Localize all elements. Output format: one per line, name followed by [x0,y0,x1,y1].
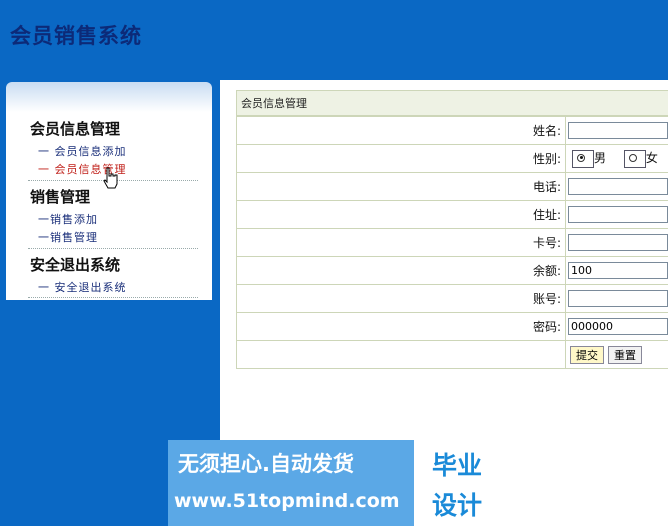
menu-heading-logout: 安全退出系统 [30,256,121,274]
banner-slogan: 无须担心.自动发货 [178,452,354,476]
menu-item-sales-manage[interactable]: 一销售管理 [38,229,98,245]
form-row-actions: 提交 重置 [236,340,668,369]
address-label: 住址: [236,200,566,229]
card-label: 卡号: [236,228,566,257]
menu-divider [28,297,198,298]
menu-heading-member: 会员信息管理 [30,120,121,138]
address-cell [565,200,668,229]
menu-heading-sales: 销售管理 [30,188,91,206]
address-input[interactable] [568,206,668,223]
submit-button[interactable]: 提交 [570,345,604,364]
panel-title: 会员信息管理 [236,90,668,116]
password-cell [565,312,668,341]
gender-female-radio[interactable] [623,149,646,168]
balance-input[interactable] [568,262,668,279]
reset-button[interactable]: 重置 [608,345,642,364]
balance-label: 余额: [236,256,566,285]
radio-dot-icon [577,153,585,162]
form-row-address: 住址: [236,200,668,229]
menu-item-member-add[interactable]: 一 会员信息添加 [38,143,127,159]
account-cell [565,284,668,313]
form-row-gender: 性别: 男 女 [236,144,668,173]
gender-cell: 男 女 [565,144,668,173]
form-row-name: 姓名: [236,116,668,145]
hand-cursor-icon [103,167,118,189]
gender-female-label: 女 [645,151,658,166]
gender-male-label: 男 [594,151,607,166]
form-row-balance: 余额: [236,256,668,285]
balance-cell [565,256,668,285]
app-title: 会员销售系统 [10,23,142,48]
form-row-card: 卡号: [236,228,668,257]
name-input[interactable] [568,122,668,139]
name-cell [565,116,668,145]
banner-badge: 毕业 设计 [414,440,500,526]
banner-url: www.51topmind.com [174,490,400,512]
gender-label: 性别: [236,144,566,173]
banner-text-panel: 无须担心.自动发货 www.51topmind.com [168,440,414,526]
watermark-banner: 无须担心.自动发货 www.51topmind.com 毕业 设计 [168,440,500,526]
gender-male-radio[interactable] [572,149,594,168]
card-cell [565,228,668,257]
badge-line-2: 设计 [431,491,482,520]
phone-label: 电话: [236,172,566,201]
password-label: 密码: [236,312,566,341]
name-label: 姓名: [236,116,566,145]
member-form: 姓名: 性别: 男 女 电话: 住址: 卡号: 余额: 账号: [236,116,668,369]
form-row-phone: 电话: [236,172,668,201]
actions-cell: 提交 重置 [565,340,668,369]
account-input[interactable] [568,290,668,307]
badge-line-1: 毕业 [431,451,482,480]
menu-divider [28,248,198,249]
password-input[interactable] [568,318,668,335]
card-input[interactable] [568,234,668,251]
sidebar-menu: 会员信息管理 一 会员信息添加 一 会员信息管理 销售管理 一销售添加 一销售管… [6,82,212,300]
form-row-account: 账号: [236,284,668,313]
form-row-password: 密码: [236,312,668,341]
menu-item-sales-add[interactable]: 一销售添加 [38,211,98,227]
actions-spacer [236,340,566,369]
phone-cell [565,172,668,201]
menu-item-logout[interactable]: 一 安全退出系统 [38,279,127,295]
account-label: 账号: [236,284,566,313]
radio-dot-icon [628,153,637,162]
phone-input[interactable] [568,178,668,195]
